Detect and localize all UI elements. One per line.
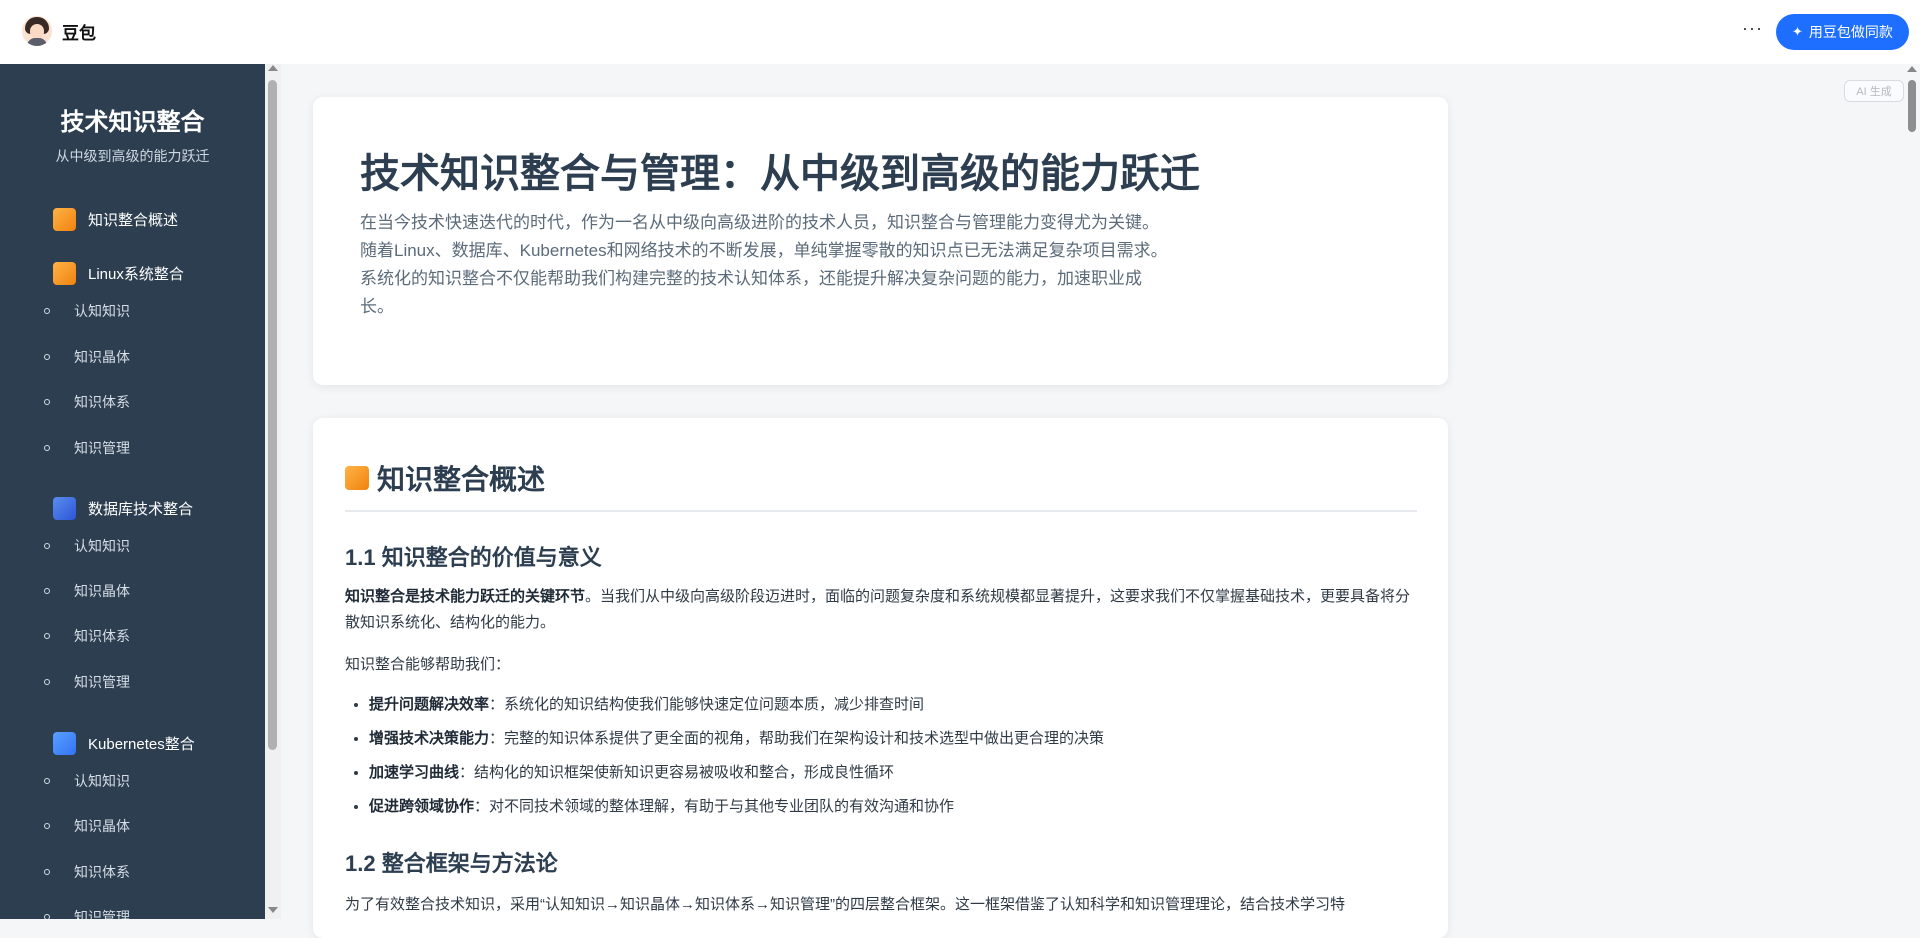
- list-item: 促进跨领域协作：对不同技术领域的整体理解，有助于与其他专业团队的有效沟通和协作: [369, 790, 1419, 824]
- sidebar-item[interactable]: 认知知识: [44, 536, 130, 556]
- sidebar-item-label: 知识管理: [74, 440, 130, 456]
- bold-text: 促进跨领域协作: [369, 798, 475, 815]
- make-same-button[interactable]: ✦ 用豆包做同款: [1776, 14, 1909, 50]
- sidebar-item[interactable]: 知识体系: [44, 862, 130, 882]
- circle-bullet-icon: [44, 354, 50, 360]
- bold-text: 提升问题解决效率: [369, 696, 490, 713]
- subsection-heading: 1.2 整合框架与方法论: [345, 851, 558, 876]
- sidebar-item-label: 认知知识: [74, 773, 130, 789]
- sidebar-item-label: 知识晶体: [74, 349, 130, 365]
- circle-bullet-icon: [44, 543, 50, 549]
- sidebar: 技术知识整合 从中级到高级的能力跃迁 知识整合概述 Linux系统整合 认知知识…: [0, 64, 265, 919]
- sidebar-item[interactable]: 知识晶体: [44, 347, 130, 367]
- sidebar-section-label: 知识整合概述: [88, 212, 179, 229]
- sidebar-item[interactable]: 知识晶体: [44, 816, 130, 836]
- sidebar-item-label: 知识管理: [74, 674, 130, 690]
- sidebar-item[interactable]: 知识体系: [44, 626, 130, 646]
- main-scroll-thumb[interactable]: [1908, 80, 1916, 132]
- circle-bullet-icon: [44, 399, 50, 405]
- circle-bullet-icon: [44, 633, 50, 639]
- orange-square-icon: [53, 208, 76, 231]
- sidebar-section-label: Linux系统整合: [88, 266, 184, 283]
- subsection-heading: 1.1 知识整合的价值与意义: [345, 545, 602, 570]
- sidebar-title: 技术知识整合: [60, 109, 205, 136]
- section-heading-text: 知识整合概述: [377, 464, 546, 495]
- app-name: 豆包: [62, 23, 96, 43]
- sidebar-scroll-thumb[interactable]: [268, 80, 277, 750]
- list-item: 增强技术决策能力：完整的知识体系提供了更全面的视角，帮助我们在架构设计和技术选型…: [369, 722, 1419, 756]
- sidebar-item-label: 知识晶体: [74, 818, 130, 834]
- bold-text: 知识整合是技术能力跃迁的关键环节: [345, 588, 586, 605]
- more-options-button[interactable]: ···: [1742, 18, 1763, 39]
- sidebar-section-label: 数据库技术整合: [88, 501, 194, 518]
- circle-bullet-icon: [44, 778, 50, 784]
- make-same-label: 用豆包做同款: [1808, 24, 1893, 40]
- sidebar-item-label: 认知知识: [74, 538, 130, 554]
- list-item-text: ：系统化的知识结构使我们能够快速定位问题本质，减少排查时间: [489, 696, 925, 713]
- scroll-up-arrow-icon[interactable]: [1907, 66, 1917, 72]
- list-item-text: ：对不同技术领域的整体理解，有助于与其他专业团队的有效沟通和协作: [474, 798, 955, 815]
- blue-square-icon: [53, 497, 76, 520]
- circle-bullet-icon: [44, 869, 50, 875]
- sidebar-item[interactable]: 知识管理: [44, 438, 130, 458]
- section-heading: 知识整合概述: [345, 458, 545, 498]
- paragraph: 为了有效整合技术知识，采用“认知知识→知识晶体→知识体系→知识管理”的四层整合框…: [345, 896, 1345, 913]
- sidebar-section-database[interactable]: 数据库技术整合: [53, 497, 193, 520]
- sidebar-section-overview[interactable]: 知识整合概述: [53, 208, 178, 231]
- circle-bullet-icon: [44, 679, 50, 685]
- brand[interactable]: 豆包: [22, 16, 96, 46]
- sidebar-section-label: Kubernetes整合: [88, 736, 195, 753]
- paragraph: 知识整合是技术能力跃迁的关键环节。当我们从中级向高级阶段迈进时，面临的问题复杂度…: [345, 584, 1420, 636]
- list-item: 加速学习曲线：结构化的知识框架使新知识更容易被吸收和整合，形成良性循环: [369, 756, 1419, 790]
- sidebar-item[interactable]: 知识体系: [44, 392, 130, 412]
- circle-bullet-icon: [44, 308, 50, 314]
- ai-generated-badge: AI 生成: [1844, 80, 1904, 102]
- blue-square-icon: [53, 732, 76, 755]
- sidebar-item-label: 知识管理: [74, 909, 130, 919]
- circle-bullet-icon: [44, 445, 50, 451]
- bold-text: 加速学习曲线: [369, 764, 460, 781]
- avatar: [22, 16, 52, 46]
- circle-bullet-icon: [44, 588, 50, 594]
- sidebar-item[interactable]: 知识管理: [44, 907, 130, 919]
- hero-card: 技术知识整合与管理：从中级到高级的能力跃迁 在当今技术快速迭代的时代，作为一名从…: [313, 97, 1448, 385]
- orange-square-icon: [345, 466, 369, 490]
- benefit-list: 提升问题解决效率：系统化的知识结构使我们能够快速定位问题本质，减少排查时间 增强…: [345, 688, 1419, 824]
- sidebar-item-label: 知识体系: [74, 864, 130, 880]
- sidebar-section-kubernetes[interactable]: Kubernetes整合: [53, 732, 195, 755]
- list-item-text: ：结构化的知识框架使新知识更容易被吸收和整合，形成良性循环: [459, 764, 895, 781]
- paragraph: 知识整合能够帮助我们：: [345, 656, 511, 673]
- sidebar-item[interactable]: 认知知识: [44, 301, 130, 321]
- content-card: 知识整合概述 1.1 知识整合的价值与意义 知识整合是技术能力跃迁的关键环节。当…: [313, 418, 1448, 938]
- sidebar-item-label: 知识体系: [74, 628, 130, 644]
- list-item: 提升问题解决效率：系统化的知识结构使我们能够快速定位问题本质，减少排查时间: [369, 688, 1419, 722]
- sidebar-item-label: 知识体系: [74, 394, 130, 410]
- sidebar-item[interactable]: 知识晶体: [44, 581, 130, 601]
- sparkle-icon: ✦: [1792, 24, 1803, 39]
- sidebar-item-label: 知识晶体: [74, 583, 130, 599]
- scroll-up-arrow-icon[interactable]: [268, 65, 278, 71]
- circle-bullet-icon: [44, 914, 50, 919]
- sidebar-item[interactable]: 知识管理: [44, 672, 130, 692]
- circle-bullet-icon: [44, 823, 50, 829]
- bold-text: 增强技术决策能力: [369, 730, 490, 747]
- sidebar-item-label: 认知知识: [74, 303, 130, 319]
- page-title: 技术知识整合与管理：从中级到高级的能力跃迁: [360, 152, 1200, 196]
- page-intro: 在当今技术快速迭代的时代，作为一名从中级向高级进阶的技术人员，知识整合与管理能力…: [360, 213, 1168, 316]
- sidebar-item[interactable]: 认知知识: [44, 771, 130, 791]
- list-item-text: ：完整的知识体系提供了更全面的视角，帮助我们在架构设计和技术选型中做出更合理的决…: [489, 730, 1105, 747]
- scroll-down-arrow-icon[interactable]: [268, 907, 278, 913]
- top-bar: 豆包 ··· ✦ 用豆包做同款: [0, 0, 1920, 64]
- sidebar-section-linux[interactable]: Linux系统整合: [53, 262, 184, 285]
- orange-square-icon: [53, 262, 76, 285]
- sidebar-subtitle: 从中级到高级的能力跃迁: [55, 148, 210, 164]
- divider: [345, 510, 1417, 512]
